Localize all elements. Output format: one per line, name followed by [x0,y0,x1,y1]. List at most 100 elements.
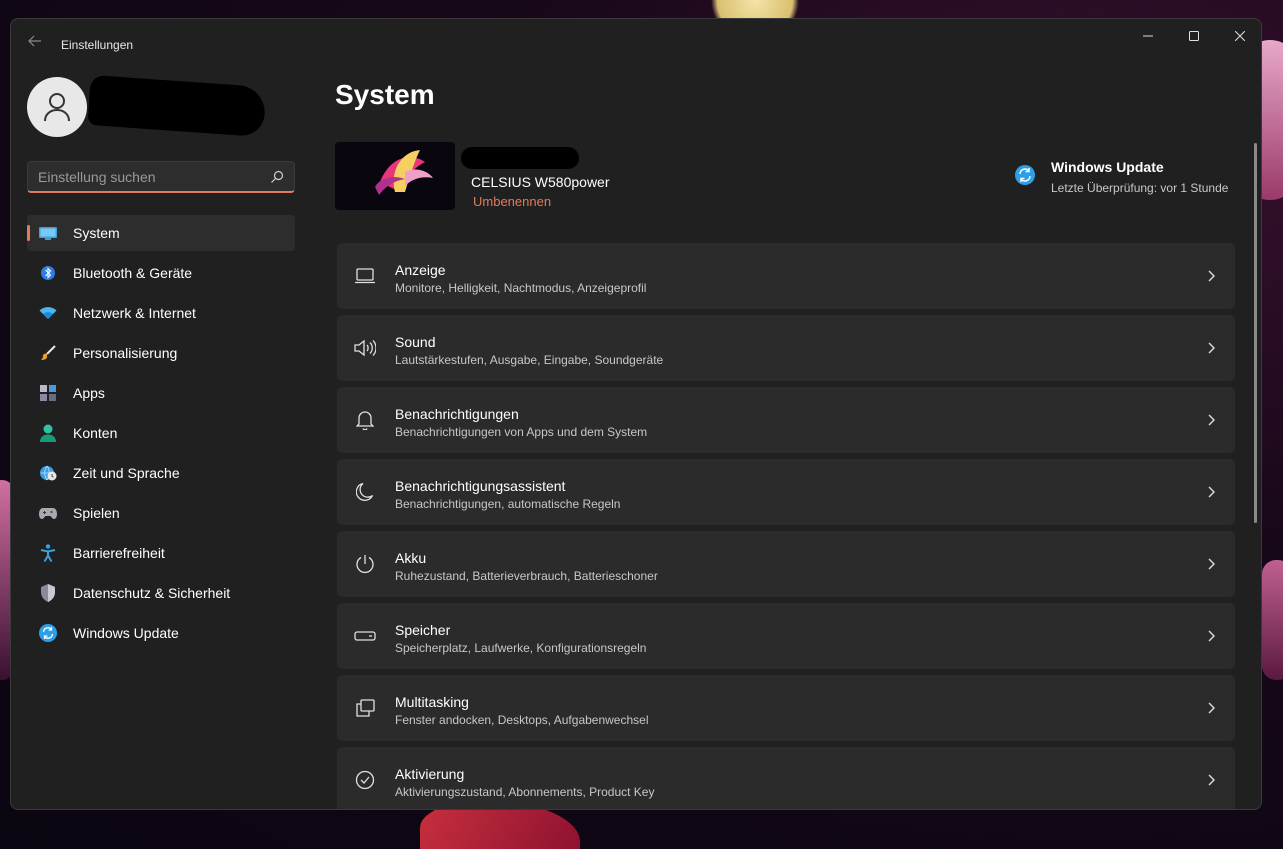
sidebar-item-label: Datenschutz & Sicherheit [73,585,231,601]
sidebar-nav: System Bluetooth & Geräte Netzwerk & Int… [27,215,295,655]
chevron-right-icon [1208,342,1215,354]
sidebar-item-label: Windows Update [73,625,179,641]
update-icon [39,624,57,642]
sidebar-item-label: Netzwerk & Internet [73,305,196,321]
sidebar-item-accessibility[interactable]: Barrierefreiheit [27,535,295,571]
sidebar-item-time-language[interactable]: Zeit und Sprache [27,455,295,491]
search-input[interactable] [38,162,258,192]
setting-row-notifications[interactable]: Benachrichtigungen Benachrichtigungen vo… [337,387,1235,453]
device-model: CELSIUS W580power [471,174,610,190]
user-icon [44,93,70,122]
close-icon [1235,31,1245,41]
search-box[interactable] [27,161,295,193]
setting-subtitle: Fenster andocken, Desktops, Aufgabenwech… [395,713,649,727]
sidebar-item-apps[interactable]: Apps [27,375,295,411]
setting-row-sound[interactable]: Sound Lautstärkestufen, Ausgabe, Eingabe… [337,315,1235,381]
scrollbar[interactable] [1254,143,1257,523]
setting-title: Benachrichtigungsassistent [395,478,566,494]
setting-title: Aktivierung [395,766,465,782]
page-title: System [335,79,435,110]
close-button[interactable] [1217,19,1261,53]
brush-icon [39,344,57,362]
setting-subtitle: Monitore, Helligkeit, Nachtmodus, Anzeig… [395,281,647,295]
setting-title: Sound [395,334,436,350]
maximize-button[interactable] [1171,19,1217,53]
rename-link[interactable]: Umbenennen [473,194,551,209]
sidebar-item-system[interactable]: System [27,215,295,251]
sidebar-item-label: Personalisierung [73,345,178,361]
search-icon[interactable] [270,170,284,184]
person-icon [39,424,57,442]
back-button[interactable] [25,33,45,53]
app-title: Einstellungen [61,38,134,52]
chevron-right-icon [1208,486,1215,498]
apps-icon [39,384,57,402]
display-icon [353,265,377,287]
moon-icon [353,481,377,503]
sidebar-item-label: System [73,225,120,241]
minimize-icon [1143,35,1153,37]
storage-icon [353,625,377,647]
redacted-device-name [461,147,579,169]
chevron-right-icon [1208,702,1215,714]
speaker-icon [353,337,377,359]
setting-row-display[interactable]: Anzeige Monitore, Helligkeit, Nachtmodus… [337,243,1235,309]
setting-row-multitasking[interactable]: Multitasking Fenster andocken, Desktops,… [337,675,1235,741]
sidebar-item-windows-update[interactable]: Windows Update [27,615,295,651]
sidebar-item-network[interactable]: Netzwerk & Internet [27,295,295,331]
sidebar-item-label: Zeit und Sprache [73,465,180,481]
setting-title: Benachrichtigungen [395,406,519,422]
accessibility-icon [39,544,57,562]
chevron-right-icon [1208,414,1215,426]
title-bar: Einstellungen [11,19,1261,67]
sidebar-item-privacy[interactable]: Datenschutz & Sicherheit [27,575,295,611]
wallpaper-petal [1262,560,1283,680]
sidebar-item-label: Barrierefreiheit [73,545,165,561]
settings-window: Einstellungen System Bluetooth & G [10,18,1262,810]
setting-subtitle: Ruhezustand, Batterieverbrauch, Batterie… [395,569,658,583]
setting-title: Speicher [395,622,451,638]
sidebar: System Bluetooth & Geräte Netzwerk & Int… [11,67,311,809]
setting-title: Multitasking [395,694,469,710]
chevron-right-icon [1208,774,1215,786]
check-circle-icon [353,769,377,791]
update-icon[interactable] [1015,165,1035,185]
setting-subtitle: Lautstärkestufen, Ausgabe, Eingabe, Soun… [395,353,664,367]
chevron-right-icon [1208,630,1215,642]
setting-row-focus-assist[interactable]: Benachrichtigungsassistent Benachrichtig… [337,459,1235,525]
shield-icon [39,584,57,602]
sidebar-item-label: Spielen [73,505,120,521]
setting-title: Anzeige [395,262,446,278]
multitasking-icon [353,697,377,719]
chevron-right-icon [1208,270,1215,282]
setting-title: Akku [395,550,427,566]
gamepad-icon [39,504,57,522]
setting-subtitle: Aktivierungszustand, Abonnements, Produc… [395,785,655,799]
setting-row-activation[interactable]: Aktivierung Aktivierungszustand, Abonnem… [337,747,1235,809]
sidebar-item-accounts[interactable]: Konten [27,415,295,451]
device-wallpaper-thumbnail [335,142,455,210]
sidebar-item-label: Apps [73,385,105,401]
settings-list: Anzeige Monitore, Helligkeit, Nachtmodus… [337,243,1235,809]
sidebar-item-label: Konten [73,425,118,441]
windows-update-title[interactable]: Windows Update [1051,159,1164,175]
maximize-icon [1189,31,1199,41]
sidebar-item-gaming[interactable]: Spielen [27,495,295,531]
arrow-left-icon [28,35,41,47]
wifi-icon [39,304,57,322]
setting-row-battery[interactable]: Akku Ruhezustand, Batterieverbrauch, Bat… [337,531,1235,597]
bell-icon [353,409,377,431]
setting-row-storage[interactable]: Speicher Speicherplatz, Laufwerke, Konfi… [337,603,1235,669]
avatar[interactable] [27,77,87,137]
globe-clock-icon [39,464,57,482]
minimize-button[interactable] [1125,19,1171,53]
windows-update-status: Letzte Überprüfung: vor 1 Stunde [1051,181,1229,195]
chevron-right-icon [1208,558,1215,570]
setting-subtitle: Speicherplatz, Laufwerke, Konfigurations… [395,641,647,655]
setting-subtitle: Benachrichtigungen, automatische Regeln [395,497,621,511]
power-icon [353,553,377,575]
bluetooth-icon [39,264,57,282]
sidebar-item-bluetooth[interactable]: Bluetooth & Geräte [27,255,295,291]
sidebar-item-personalization[interactable]: Personalisierung [27,335,295,371]
sidebar-item-label: Bluetooth & Geräte [73,265,193,281]
